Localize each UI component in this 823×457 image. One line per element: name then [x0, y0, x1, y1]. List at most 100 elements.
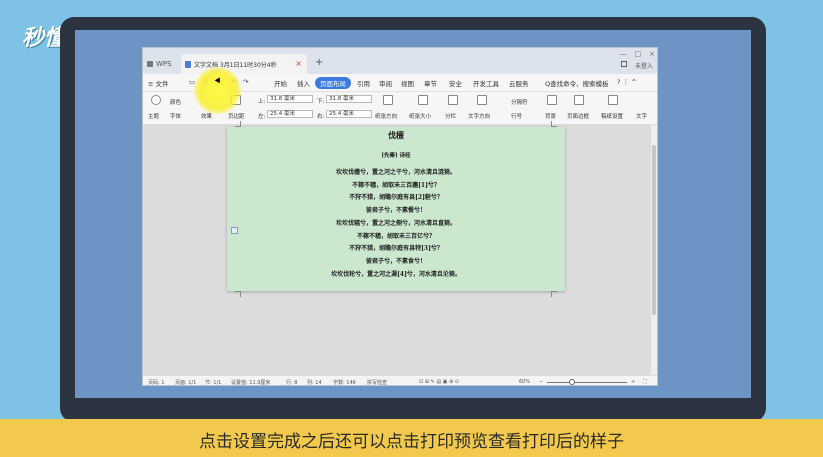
wps-logo-icon	[147, 61, 153, 67]
menu-dev-tools[interactable]: 开发工具	[473, 78, 499, 88]
menu-view[interactable]: 视图	[401, 78, 414, 88]
status-row: 行: 8	[286, 380, 298, 386]
columns-icon[interactable]	[448, 95, 458, 105]
poem-line[interactable]: 坎坎伐檀兮，置之河之干兮，河水清且涟猗。	[227, 167, 565, 180]
page-border-button[interactable]: 页面边框	[567, 112, 589, 120]
theme-label[interactable]: 主题	[148, 112, 159, 120]
draft-paper-icon[interactable]	[608, 95, 618, 105]
zoom-level[interactable]: 60%	[519, 379, 530, 385]
status-section: 节: 1/1	[205, 380, 222, 386]
poem-line[interactable]: 坎坎伐轮兮，置之河之漘[4]兮，河水清且沦猗。	[227, 269, 565, 282]
menu-reference[interactable]: 引用	[357, 78, 370, 88]
user-area: 未登入	[620, 61, 653, 70]
text-direction-button[interactable]: 文字方向	[468, 112, 490, 120]
margin-button[interactable]: 页边距	[228, 112, 245, 120]
poem-line[interactable]: 不稼不穑，胡取禾三百亿兮？	[227, 231, 565, 244]
background-icon[interactable]	[547, 95, 557, 105]
page-corner-mark	[235, 121, 241, 127]
poem-author[interactable]: [先秦] 诗经	[227, 151, 565, 159]
menu-cloud[interactable]: 云服务	[509, 78, 529, 88]
menu-page-layout[interactable]: 页面布局	[315, 77, 351, 89]
breaks-button[interactable]: 分隔符	[511, 98, 528, 106]
status-pages: 页面: 1/1	[175, 380, 197, 386]
zoom-out-button[interactable]: −	[539, 379, 543, 385]
draft-paper-button[interactable]: 稿纸设置	[601, 112, 623, 120]
poem-line[interactable]: 不狩不猎，胡瞻尔庭有县[2]貆兮？	[227, 192, 565, 205]
status-page: 页码: 1	[148, 380, 165, 386]
poem-line[interactable]: 不狩不猎，胡瞻尔庭有县特[3]兮？	[227, 243, 565, 256]
columns-button[interactable]: 分栏	[445, 112, 456, 120]
menu-security[interactable]: 安全	[449, 78, 462, 88]
poem-line[interactable]: 彼君子兮，不素餐兮！	[227, 205, 565, 218]
poem-line[interactable]: 坎坎伐辐兮，置之河之侧兮，河水清且直猗。	[227, 218, 565, 231]
text-wrap-button[interactable]: 文字	[636, 112, 647, 120]
document-tab-label: 文字文档 3月1日11时30分4秒	[194, 61, 277, 69]
bottom-margin-label: 下:	[317, 99, 325, 105]
poem-line[interactable]: 彼君子兮，不素食兮！	[227, 256, 565, 269]
status-col: 列: 14	[307, 380, 322, 386]
tab-close-icon[interactable]: ×	[295, 59, 302, 68]
menu-insert[interactable]: 插入	[297, 78, 310, 88]
minimize-button[interactable]: —	[620, 50, 627, 58]
poem-title[interactable]: 伐檀	[227, 130, 565, 141]
document-canvas[interactable]: 伐檀 [先秦] 诗经 坎坎伐檀兮，置之河之干兮，河水清且涟猗。 不稼不穑，胡取禾…	[143, 121, 657, 375]
fullscreen-icon[interactable]: ⛶	[643, 379, 647, 385]
file-menu[interactable]: ≡ 文件	[148, 78, 169, 88]
right-margin-input[interactable]: 25.4 毫米	[326, 110, 372, 118]
subtitle-bar: 点击设置完成之后还可以点击打印预览查看打印后的样子	[0, 419, 823, 457]
zoom-slider-knob[interactable]	[569, 379, 575, 385]
page-border-icon[interactable]	[574, 95, 584, 105]
poem-line[interactable]: 不稼不穑，胡取禾三百廛[1]兮？	[227, 180, 565, 193]
status-word-count[interactable]: 字数: 146	[333, 379, 356, 385]
menu-section[interactable]: 章节	[424, 78, 437, 88]
layout-icon[interactable]	[620, 61, 627, 67]
left-margin-input[interactable]: 25.4 毫米	[267, 110, 313, 118]
left-margin-label: 左:	[258, 114, 266, 120]
vertical-scrollbar[interactable]	[650, 125, 657, 375]
new-tab-button[interactable]: +	[315, 57, 323, 68]
theme-icon[interactable]	[151, 95, 161, 105]
orientation-button[interactable]: 纸张方向	[375, 112, 397, 120]
page-corner-mark	[551, 121, 557, 127]
bottom-margin-input[interactable]: 31.8 毫米	[326, 95, 372, 103]
redo-icon[interactable]: ↷	[243, 78, 248, 86]
document-page[interactable]: 伐檀 [先秦] 诗经 坎坎伐檀兮，置之河之干兮，河水清且涟猗。 不稼不穑，胡取禾…	[227, 121, 565, 297]
help-icons[interactable]: ? ⋮ ^	[617, 78, 637, 86]
scrollbar-thumb[interactable]	[652, 145, 656, 315]
status-setting: 设置值: 11.9厘米	[231, 380, 271, 386]
color-button[interactable]: 颜色	[170, 98, 181, 106]
menu-start[interactable]: 开始	[274, 78, 287, 88]
command-search[interactable]: Q查找命令、搜索模板	[545, 78, 609, 88]
page-corner-mark	[551, 291, 557, 297]
window-controls: — □ ×	[620, 50, 656, 58]
orientation-icon[interactable]	[383, 95, 393, 105]
user-login-button[interactable]: 未登入	[635, 61, 653, 70]
right-margin-label: 右:	[317, 114, 325, 120]
maximize-button[interactable]: □	[635, 50, 642, 58]
font-button[interactable]: 字体	[170, 112, 181, 120]
paper-size-icon[interactable]	[418, 95, 428, 105]
text-direction-icon[interactable]	[477, 95, 487, 105]
paragraph-handle-icon[interactable]	[231, 227, 238, 234]
close-window-button[interactable]: ×	[649, 50, 655, 58]
status-bar: 页码: 1 页面: 1/1 节: 1/1 设置值: 11.9厘米 行: 8 列:…	[143, 375, 657, 386]
poem-body[interactable]: 坎坎伐檀兮，置之河之干兮，河水清且涟猗。 不稼不穑，胡取禾三百廛[1]兮？ 不狩…	[227, 167, 565, 281]
view-mode-icons[interactable]: ⊡ ⊞ ✎ ▤ ▣ ⊕ ⊙	[419, 379, 459, 385]
effect-button[interactable]: 效果	[201, 112, 212, 120]
top-margin-label: 上:	[258, 99, 266, 105]
zoom-slider-track[interactable]	[547, 382, 627, 383]
background-button[interactable]: 背景	[545, 112, 556, 120]
subtitle-text: 点击设置完成之后还可以点击打印预览查看打印后的样子	[199, 432, 624, 452]
line-number-button[interactable]: 行号	[511, 112, 522, 120]
zoom-in-button[interactable]: +	[631, 379, 635, 385]
wps-home-tab[interactable]: WPS	[147, 56, 177, 72]
top-margin-input[interactable]: 31.8 毫米	[267, 95, 313, 103]
click-highlight-cursor	[194, 67, 241, 114]
menu-review[interactable]: 审阅	[379, 78, 392, 88]
document-tab[interactable]: 文字文档 3月1日11时30分4秒 ×	[181, 54, 307, 74]
spell-check-button[interactable]: 拼写检查	[367, 379, 387, 385]
paper-size-button[interactable]: 纸张大小	[409, 112, 431, 120]
wps-home-label: WPS	[156, 60, 172, 68]
document-icon	[185, 60, 191, 68]
page-corner-mark	[235, 291, 241, 297]
